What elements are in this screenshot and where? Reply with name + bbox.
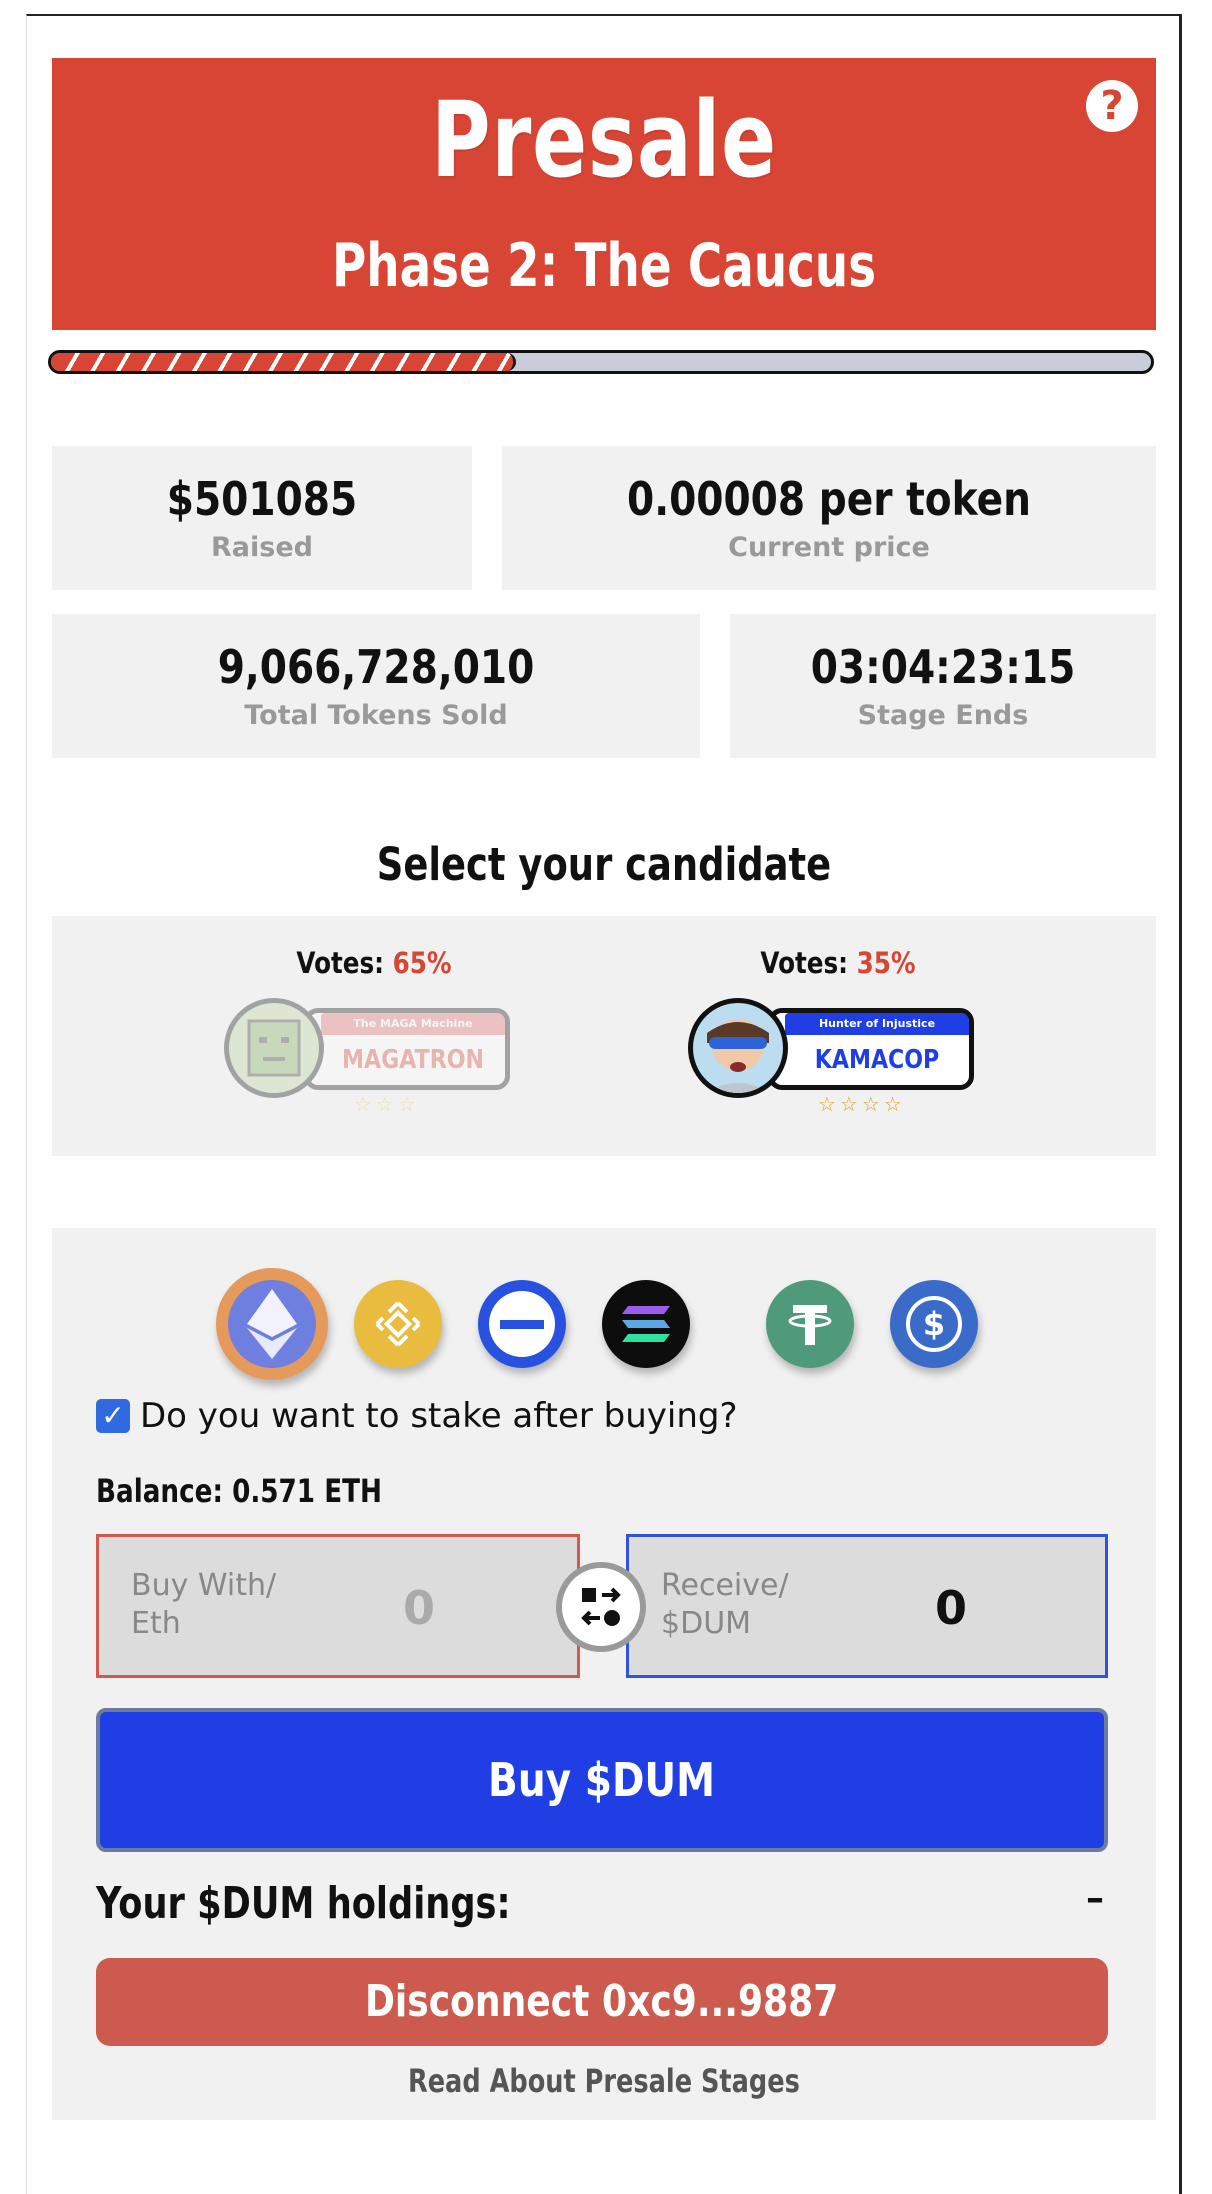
tether-icon[interactable] [766, 1280, 854, 1368]
candidate-stars: ☆☆☆☆ [818, 1092, 906, 1116]
phase-subtitle: Phase 2: The Caucus [331, 231, 877, 301]
raised-card: $501085 Raised [52, 446, 472, 590]
stage-ends-card: 03:04:23:15 Stage Ends [730, 614, 1156, 758]
select-candidate-title: Select your candidate [376, 838, 832, 891]
votes-label: Votes: [760, 946, 849, 980]
candidate-kamacop[interactable]: Votes: 35% Hunter of Injustice KAMACOP ☆… [688, 946, 988, 1116]
candidate-nameplate: Hunter of Injustice KAMACOP [768, 1008, 974, 1090]
candidate-stars: ☆☆☆ [354, 1092, 420, 1116]
stage-ends-value: 03:04:23:15 [810, 640, 1076, 694]
buy-dum-button[interactable]: Buy $DUM [96, 1708, 1108, 1852]
candidate-panel: Votes: 65% The MAGA Machine MAGATRON ☆☆☆… [52, 916, 1156, 1156]
price-value: 0.00008 per token [627, 472, 1031, 526]
svg-text:$: $ [923, 1305, 945, 1343]
pay-amount-field[interactable]: Buy With/ Eth 0 [96, 1534, 580, 1678]
help-icon[interactable]: ? [1086, 80, 1138, 132]
candidate-name: MAGATRON [341, 1045, 485, 1075]
progress-fill [51, 353, 516, 371]
presale-progress-bar [48, 350, 1154, 374]
ethereum-icon[interactable] [216, 1268, 328, 1380]
usdc-icon[interactable]: $ [890, 1280, 978, 1368]
disconnect-label: Disconnect 0xc9...9887 [365, 1976, 839, 2027]
wallet-balance: Balance: 0.571 ETH [96, 1472, 382, 1510]
candidate-votes: Votes: 35% [711, 946, 966, 980]
tokens-sold-value: 9,066,728,010 [217, 640, 535, 694]
pay-label: Buy With/ Eth [131, 1568, 277, 1641]
candidate-badge: The MAGA Machine MAGATRON ☆☆☆ [224, 992, 524, 1116]
stake-label: Do you want to stake after buying? [140, 1396, 738, 1436]
buy-panel: $ ✓ Do you want to stake after buying? B… [52, 1228, 1156, 2120]
disconnect-wallet-button[interactable]: Disconnect 0xc9...9887 [96, 1958, 1108, 2046]
candidate-nameplate: The MAGA Machine MAGATRON [304, 1008, 510, 1090]
holdings-label: Your $DUM holdings: [96, 1878, 511, 1929]
presale-stages-link-label[interactable]: Read About Presale Stages [408, 2062, 800, 2100]
receive-amount-input[interactable]: 0 [935, 1581, 967, 1635]
presale-stages-link[interactable]: Read About Presale Stages [52, 2062, 1156, 2100]
candidate-votes: Votes: 65% [247, 946, 502, 980]
presale-header: Presale Phase 2: The Caucus ? [52, 58, 1156, 330]
votes-percent: 35% [856, 946, 916, 980]
swap-icon[interactable] [556, 1562, 646, 1652]
raised-label: Raised [211, 532, 313, 563]
kamacop-avatar [688, 998, 788, 1098]
holdings-value: – [1086, 1878, 1104, 1919]
candidate-name: KAMACOP [814, 1045, 940, 1075]
bnb-icon[interactable] [354, 1280, 442, 1368]
solana-icon[interactable] [602, 1280, 690, 1368]
pay-amount-input[interactable]: 0 [403, 1581, 435, 1635]
votes-label: Votes: [296, 946, 385, 980]
tokens-sold-label: Total Tokens Sold [244, 700, 508, 731]
candidate-tagline: Hunter of Injustice [785, 1013, 969, 1035]
stage-ends-label: Stage Ends [857, 700, 1029, 731]
price-card: 0.00008 per token Current price [502, 446, 1156, 590]
stake-checkbox[interactable]: ✓ [96, 1399, 130, 1433]
stake-option[interactable]: ✓ Do you want to stake after buying? [96, 1396, 738, 1436]
candidate-tagline: The MAGA Machine [321, 1013, 505, 1035]
receive-amount-field[interactable]: Receive/ $DUM 0 [626, 1534, 1108, 1678]
base-icon[interactable] [478, 1280, 566, 1368]
raised-value: $501085 [166, 472, 358, 526]
tokens-sold-card: 9,066,728,010 Total Tokens Sold [52, 614, 700, 758]
candidate-magatron[interactable]: Votes: 65% The MAGA Machine MAGATRON ☆☆☆ [224, 946, 524, 1116]
receive-label: Receive/ $DUM [661, 1568, 789, 1641]
buy-button-label: Buy $DUM [488, 1753, 716, 1807]
currency-selector: $ [52, 1268, 1156, 1380]
page-title: Presale [431, 79, 777, 201]
price-label: Current price [728, 532, 930, 563]
votes-percent: 65% [392, 946, 452, 980]
candidate-badge: Hunter of Injustice KAMACOP ☆☆☆☆ [688, 992, 988, 1116]
magatron-avatar [224, 998, 324, 1098]
